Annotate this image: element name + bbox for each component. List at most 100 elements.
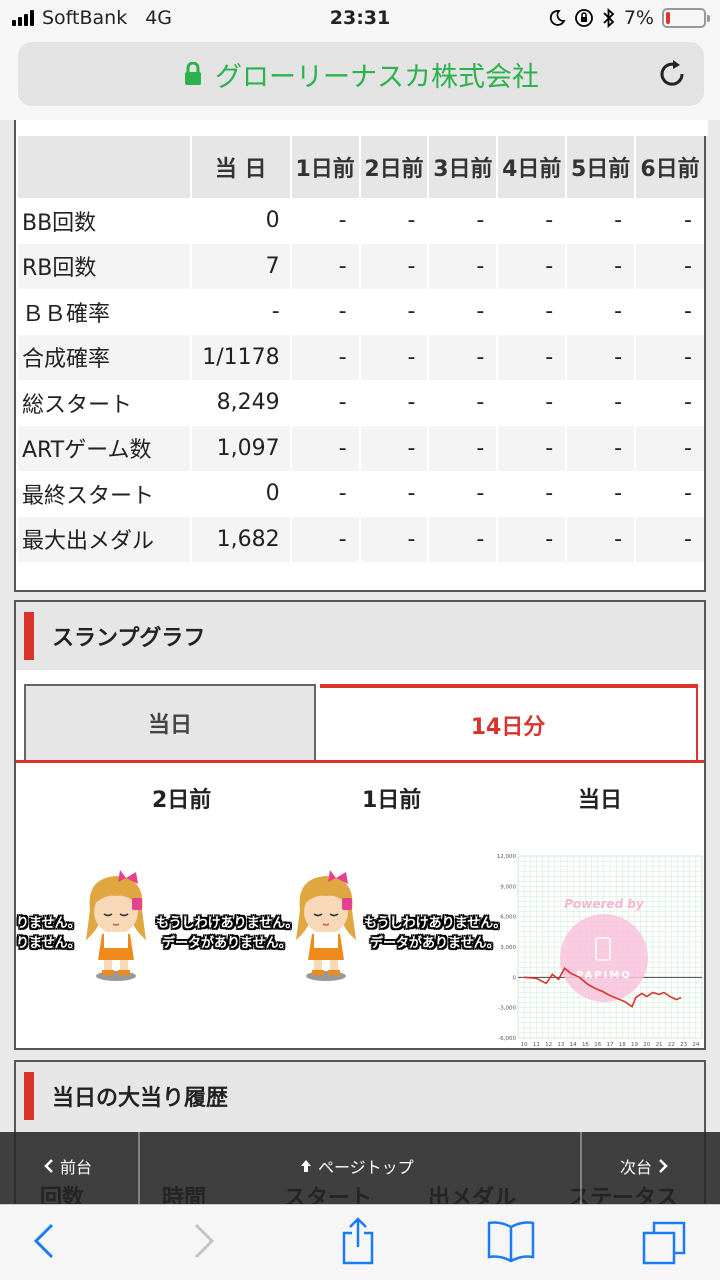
stats-row-label: 総スタート bbox=[16, 380, 191, 426]
tab-today[interactable]: 当日 bbox=[24, 684, 316, 762]
stats-row-label: ARTゲーム数 bbox=[16, 425, 191, 471]
y-tick-label: 6,000 bbox=[500, 915, 516, 921]
stats-row-history: - bbox=[634, 425, 704, 471]
stats-row-history: - bbox=[289, 198, 360, 244]
tab-14-days[interactable]: 14日分 bbox=[320, 684, 698, 762]
panel-top-strip bbox=[16, 120, 708, 136]
chevron-left-icon bbox=[44, 1159, 53, 1173]
stats-row-history: - bbox=[358, 471, 429, 517]
stats-row-today: - bbox=[189, 289, 291, 335]
stats-row-today: 0 bbox=[189, 198, 291, 244]
stats-row: 総スタート 8,249- - - - - - bbox=[16, 380, 704, 426]
x-tick-label: 18 bbox=[619, 1042, 626, 1048]
x-tick-label: 22 bbox=[668, 1042, 675, 1048]
stats-row-label: RB回数 bbox=[16, 243, 191, 289]
stats-row-history: - bbox=[496, 243, 567, 289]
stats-row-today: 7 bbox=[189, 243, 291, 289]
status-bar: SoftBank 4G 23:31 7% bbox=[0, 0, 720, 38]
stats-header-row: 当 日 1日前 2日前 3日前 4日前 5日前 6日前 bbox=[16, 136, 704, 198]
page-top-link[interactable]: ページトップ bbox=[300, 1154, 414, 1178]
stats-row-label: BB回数 bbox=[16, 198, 191, 244]
stats-row-history: - bbox=[565, 334, 636, 380]
y-tick-label: 3,000 bbox=[500, 945, 516, 951]
next-machine-label: 次台 bbox=[620, 1158, 653, 1177]
watermark-top-text: Powered by bbox=[564, 897, 645, 911]
col-header: 6日前 bbox=[634, 136, 704, 198]
col-header: 3日前 bbox=[427, 136, 498, 198]
stats-row-today: 1,682 bbox=[189, 516, 291, 562]
tabs-icon[interactable] bbox=[640, 1219, 688, 1265]
prev-machine-link[interactable]: 前台 bbox=[44, 1154, 92, 1178]
stats-row-history: - bbox=[427, 516, 498, 562]
stats-row: 合成確率 1/1178- - - - - - bbox=[16, 334, 704, 380]
browser-toolbar bbox=[0, 1204, 720, 1280]
bookmarks-icon[interactable] bbox=[486, 1219, 536, 1263]
y-tick-label: -3,000 bbox=[498, 1006, 516, 1012]
history-section-header: 当日の大当り履歴 bbox=[14, 1060, 706, 1130]
stats-row-label: 最終スタート bbox=[16, 471, 191, 517]
stats-row-history: - bbox=[634, 243, 704, 289]
no-data-line1: もうしわけありません。 bbox=[156, 916, 299, 931]
stats-row-history: - bbox=[634, 471, 704, 517]
mascot-image bbox=[86, 870, 146, 981]
watermark-bottom-text: PAPIMO bbox=[576, 970, 632, 981]
col-header: 4日前 bbox=[496, 136, 567, 198]
stats-row-history: - bbox=[358, 198, 429, 244]
footer-nav: 回数 時間 スタート 出メダル ステータス 前台 ページトップ 次台 bbox=[0, 1132, 720, 1211]
stats-row-history: - bbox=[496, 516, 567, 562]
stats-panel: 当 日 1日前 2日前 3日前 4日前 5日前 6日前 BB回数 0- - - - - - R… bbox=[14, 120, 708, 592]
x-tick-label: 23 bbox=[680, 1042, 687, 1048]
stats-row-today: 0 bbox=[189, 471, 291, 517]
stats-row-history: - bbox=[496, 198, 567, 244]
x-tick-label: 14 bbox=[570, 1042, 577, 1048]
bluetooth-icon bbox=[603, 8, 615, 28]
reload-icon[interactable] bbox=[656, 58, 688, 90]
stats-row-history: - bbox=[427, 334, 498, 380]
forward-icon[interactable] bbox=[192, 1221, 216, 1261]
stats-row-label: ＢＢ確率 bbox=[16, 289, 191, 335]
x-tick-label: 21 bbox=[656, 1042, 663, 1048]
stats-row-history: - bbox=[427, 471, 498, 517]
rotation-lock-icon bbox=[574, 9, 593, 27]
stats-row-history: - bbox=[358, 243, 429, 289]
moon-icon bbox=[549, 10, 566, 26]
address-bar[interactable]: グローリーナスカ株式会社 bbox=[18, 42, 704, 106]
stats-row-history: - bbox=[565, 380, 636, 426]
x-tick-label: 16 bbox=[594, 1042, 601, 1048]
back-icon[interactable] bbox=[32, 1221, 56, 1261]
stats-row-history: - bbox=[634, 380, 704, 426]
stats-row-history: - bbox=[358, 289, 429, 335]
x-tick-label: 11 bbox=[533, 1042, 540, 1048]
stats-row-history: - bbox=[565, 471, 636, 517]
slump-section-title: スランプグラフ bbox=[52, 626, 206, 651]
next-machine-link[interactable]: 次台 bbox=[620, 1154, 668, 1178]
stats-row-history: - bbox=[427, 289, 498, 335]
lock-icon bbox=[185, 62, 201, 85]
x-tick-label: 17 bbox=[607, 1042, 614, 1048]
chevron-right-icon bbox=[659, 1159, 668, 1173]
stats-table: 当 日 1日前 2日前 3日前 4日前 5日前 6日前 BB回数 0- - - - - - R… bbox=[16, 136, 704, 562]
stats-row-history: - bbox=[565, 289, 636, 335]
stats-row-history: - bbox=[358, 380, 429, 426]
stats-row-history: - bbox=[496, 425, 567, 471]
stats-row-today: 8,249 bbox=[189, 380, 291, 426]
x-tick-label: 10 bbox=[521, 1042, 528, 1048]
stats-row-history: - bbox=[427, 425, 498, 471]
mascot-image bbox=[296, 870, 356, 981]
stats-row-history: - bbox=[634, 198, 704, 244]
stats-row-history: - bbox=[565, 425, 636, 471]
day-label-today: 当日 bbox=[578, 788, 623, 813]
no-data-line1: もうしわけありません。 bbox=[364, 916, 507, 931]
stats-row-history: - bbox=[289, 471, 360, 517]
day-label-1-day-ago: 1日前 bbox=[362, 788, 422, 813]
stats-row: RB回数 7- - - - - - bbox=[16, 243, 704, 289]
history-section-title: 当日の大当り履歴 bbox=[52, 1086, 229, 1111]
stats-row-history: - bbox=[358, 334, 429, 380]
share-icon[interactable] bbox=[340, 1217, 376, 1265]
stats-row-history: - bbox=[289, 425, 360, 471]
stats-row-history: - bbox=[565, 198, 636, 244]
stats-row-history: - bbox=[634, 516, 704, 562]
no-data-line2: データがありません。 bbox=[162, 936, 292, 951]
watermark-logo bbox=[560, 914, 648, 1002]
no-data-line2: データがありません。 bbox=[370, 936, 500, 951]
